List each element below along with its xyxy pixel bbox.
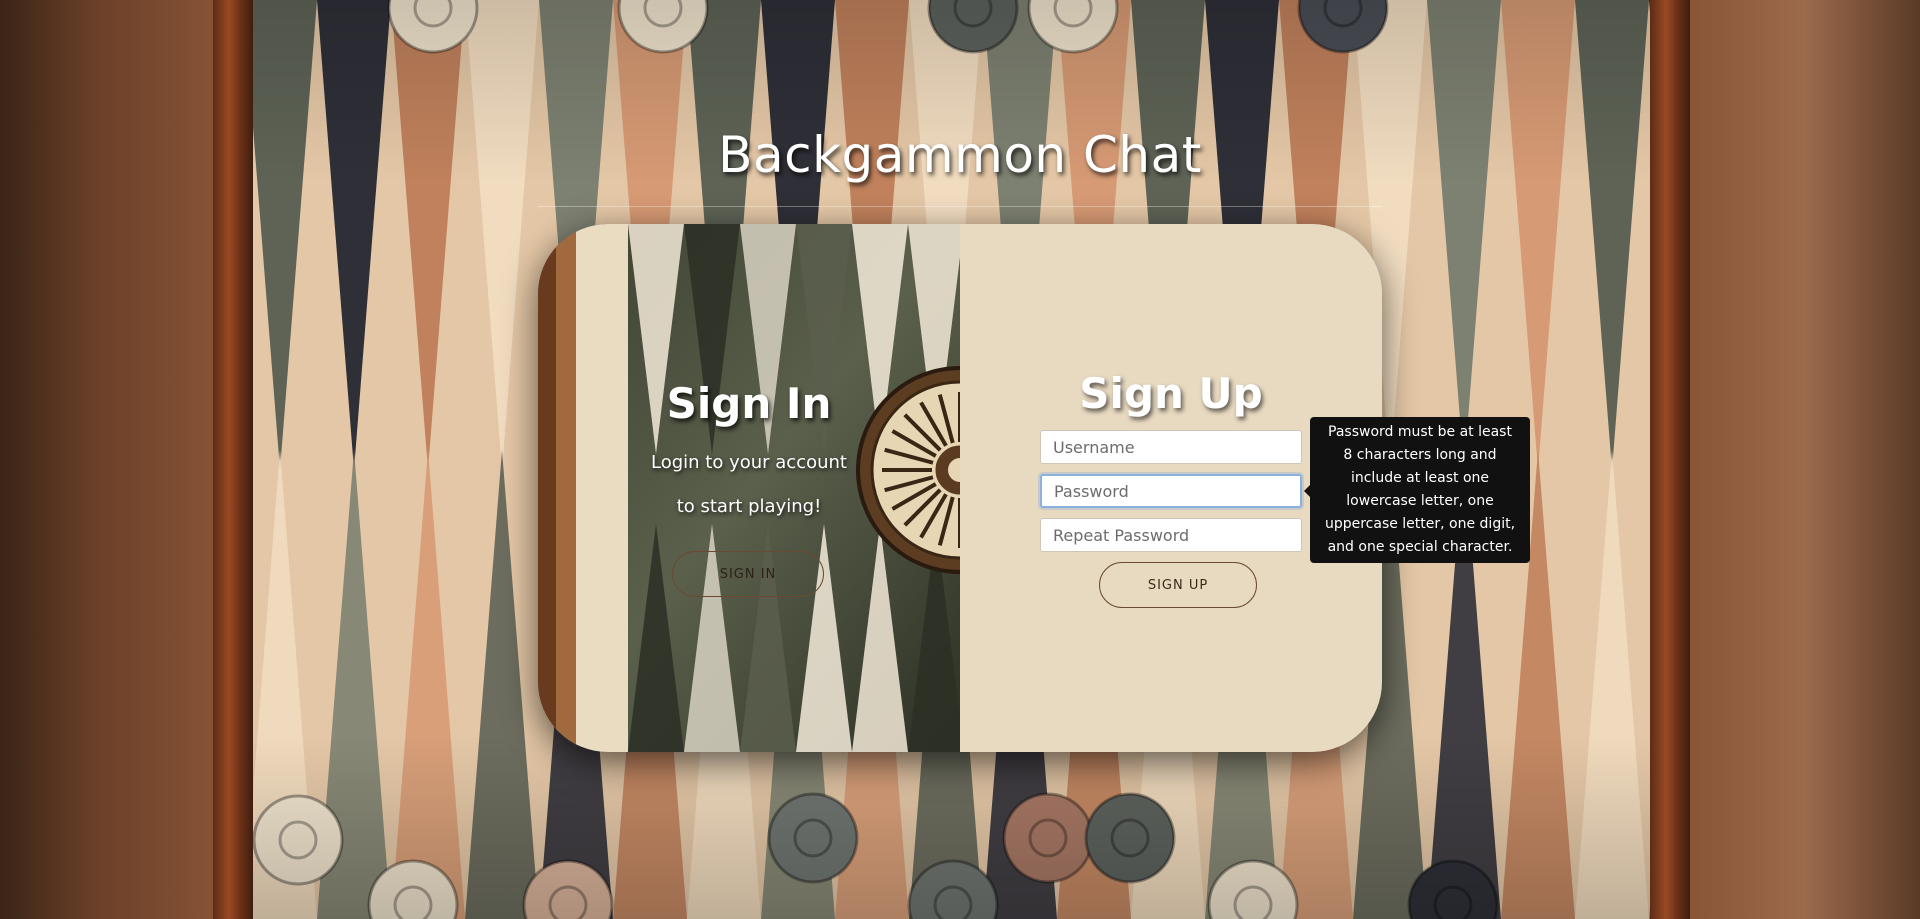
sign-in-panel-artwork	[538, 224, 960, 752]
app-title: Backgammon Chat	[718, 126, 1202, 184]
password-input[interactable]	[1040, 474, 1302, 508]
sign-up-heading: Sign Up	[1079, 369, 1263, 418]
sign-in-subtitle-line1: Login to your account	[651, 452, 847, 473]
sign-up-button[interactable]: SIGN UP	[1099, 562, 1257, 608]
sign-in-button[interactable]: SIGN IN	[672, 551, 824, 597]
sign-in-subtitle-line2: to start playing!	[676, 496, 822, 517]
sign-in-panel: Sign In Login to your account to start p…	[538, 224, 960, 752]
password-requirements-tooltip: Password must be at least 8 characters l…	[1310, 417, 1530, 563]
repeat-password-input[interactable]	[1040, 518, 1302, 552]
auth-card: Sign In Login to your account to start p…	[538, 224, 1382, 752]
title-divider	[538, 206, 1382, 207]
username-input[interactable]	[1040, 430, 1302, 464]
sign-in-heading: Sign In	[666, 379, 832, 428]
